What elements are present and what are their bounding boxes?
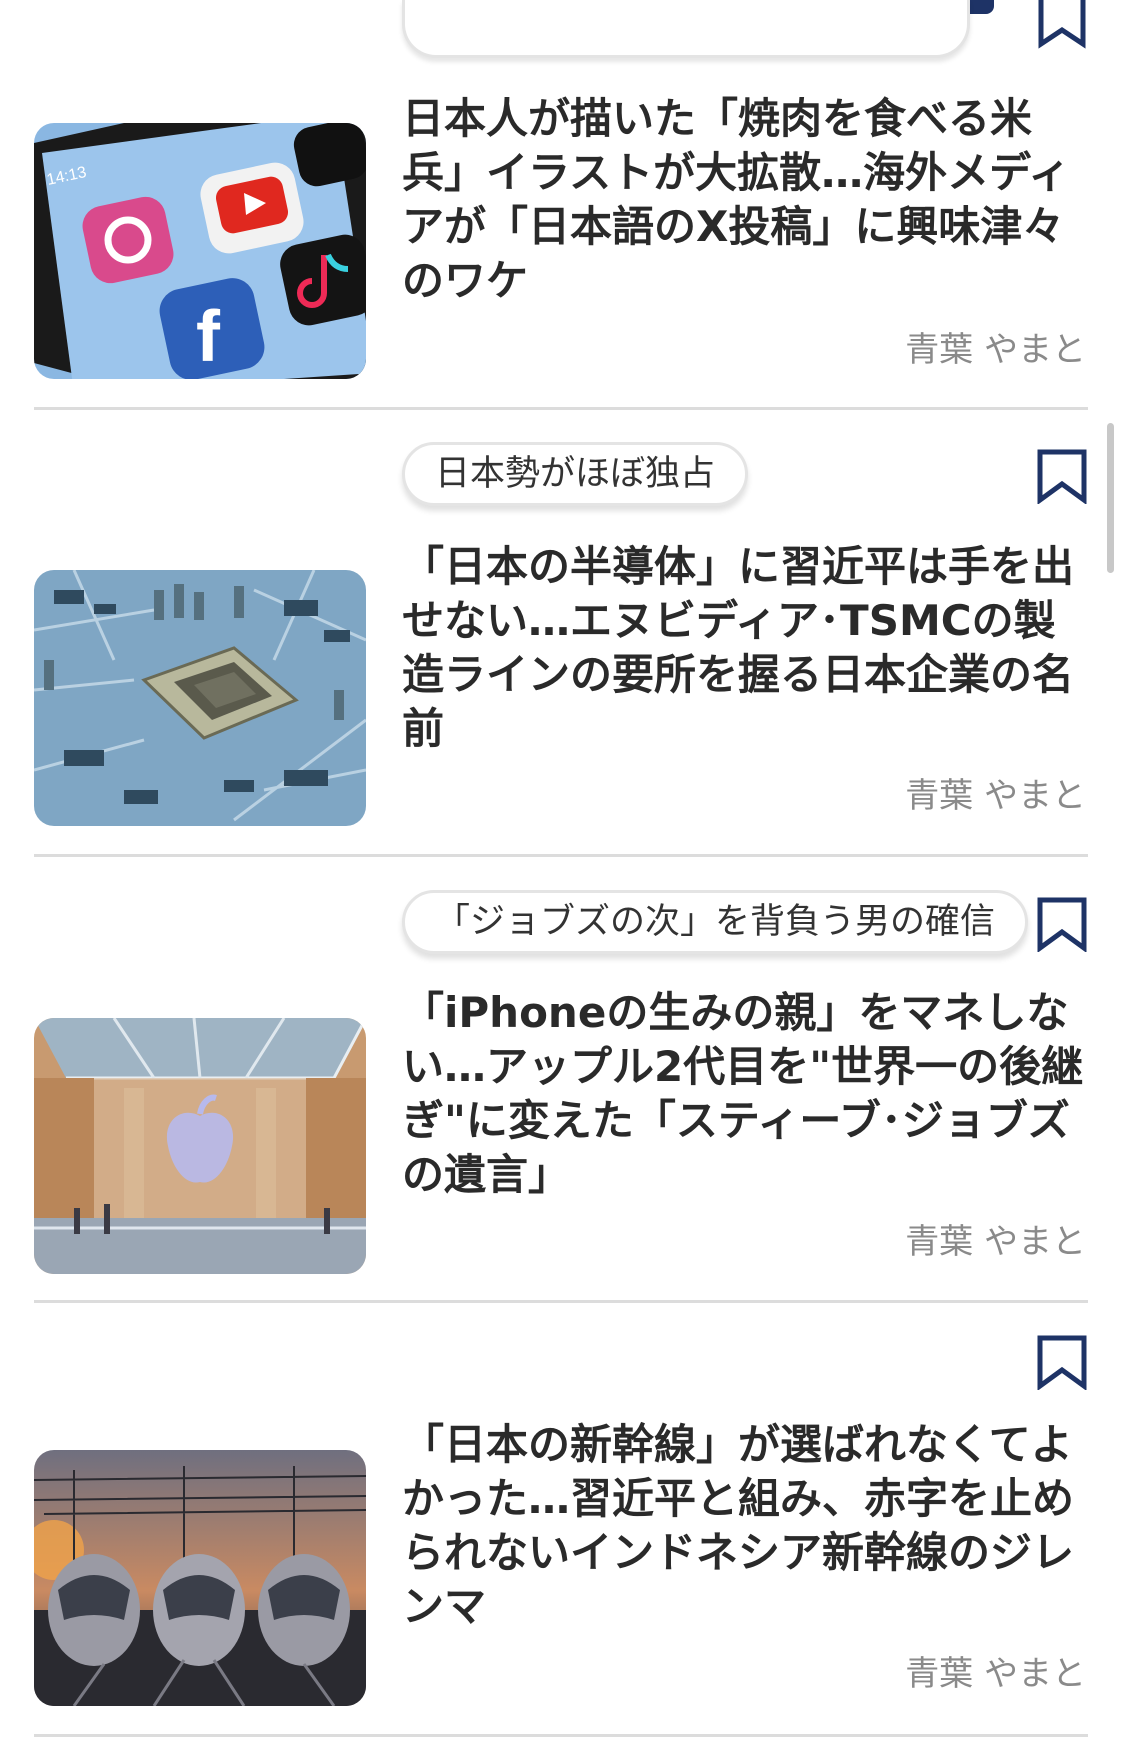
article-author: 青葉 やまと bbox=[905, 1654, 1086, 1694]
article-divider bbox=[34, 1734, 1088, 1737]
article-thumbnail[interactable] bbox=[34, 570, 366, 826]
article-thumbnail[interactable] bbox=[34, 1018, 366, 1274]
article-headline[interactable]: 日本人が描いた「焼肉を食べる米兵」イラストが大拡散…海外メディアが「日本語のX投… bbox=[402, 92, 1086, 308]
article-thumbnail[interactable] bbox=[34, 1450, 366, 1706]
article-headline[interactable]: 「日本の新幹線」が選ばれなくてよかった…習近平と組み、赤字を止められないインドネ… bbox=[402, 1418, 1086, 1634]
article-headline[interactable]: 「日本の半導体」に習近平は手を出せない…エヌビディア･TSMCの製造ラインの要所… bbox=[402, 540, 1086, 756]
svg-text:f: f bbox=[196, 297, 221, 377]
previous-tag-pill[interactable] bbox=[402, 0, 970, 58]
article-divider bbox=[34, 407, 1088, 410]
article-tag[interactable]: 日本勢がほぼ独占 bbox=[402, 442, 749, 506]
article-author: 青葉 やまと bbox=[905, 776, 1086, 816]
article-tag[interactable]: 「ジョブズの次」を背負う男の確信 bbox=[402, 890, 1029, 954]
bookmark-icon[interactable] bbox=[1036, 448, 1088, 504]
scrollbar[interactable] bbox=[1107, 423, 1114, 573]
article-divider bbox=[34, 854, 1088, 857]
article-author: 青葉 やまと bbox=[905, 1222, 1086, 1262]
article-author: 青葉 やまと bbox=[905, 330, 1086, 370]
article-divider bbox=[34, 1300, 1088, 1303]
bookmark-icon[interactable] bbox=[1036, 1334, 1088, 1390]
article-headline[interactable]: 「iPhoneの生みの親」をマネしない…アップル2代目を"世界一の後継ぎ"に変え… bbox=[402, 986, 1086, 1202]
bookmark-icon[interactable] bbox=[1038, 0, 1086, 54]
bookmark-icon[interactable] bbox=[1036, 896, 1088, 952]
article-thumbnail[interactable]: f 14:13 bbox=[34, 123, 366, 379]
